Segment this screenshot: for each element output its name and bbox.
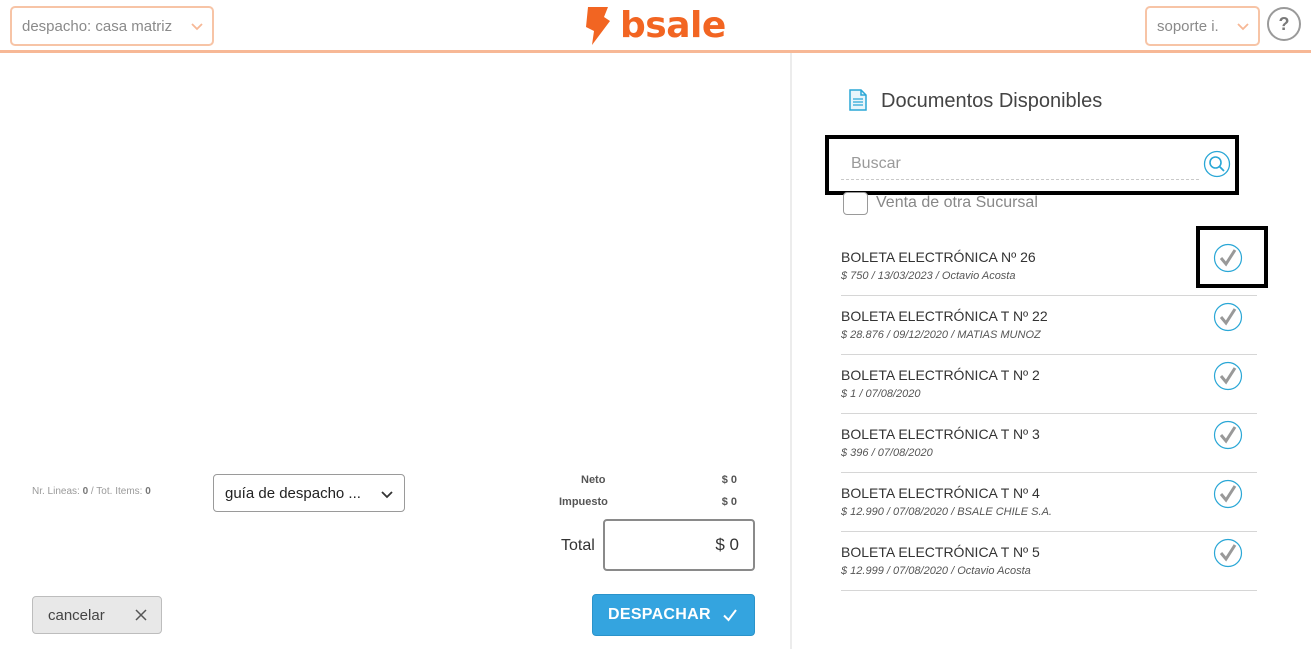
- chevron-down-icon: [381, 491, 393, 499]
- list-item: BOLETA ELECTRÓNICA T Nº 5 $ 12.999 / 07/…: [841, 532, 1257, 591]
- lines-label: Nr. Lineas:: [32, 486, 83, 497]
- help-icon: ?: [1278, 13, 1290, 34]
- bsale-logo: bsale: [584, 4, 726, 48]
- branch-select[interactable]: despacho: casa matriz: [10, 6, 214, 46]
- document-detail: $ 12.999 / 07/08/2020 / Octavio Acosta: [841, 565, 1031, 577]
- document-title: BOLETA ELECTRÓNICA Nº 26: [841, 249, 1036, 265]
- list-item: BOLETA ELECTRÓNICA T Nº 22 $ 28.876 / 09…: [841, 296, 1257, 355]
- items-label: / Tot. Items:: [88, 486, 146, 497]
- select-check-icon[interactable]: [1213, 361, 1243, 391]
- impuesto-value: $ 0: [721, 496, 737, 508]
- select-check-icon[interactable]: [1213, 420, 1243, 450]
- neto-label: Neto: [581, 474, 606, 486]
- items-count: 0: [145, 486, 151, 497]
- other-branch-checkbox[interactable]: [843, 192, 868, 215]
- document-detail: $ 12.990 / 07/08/2020 / BSALE CHILE S.A.: [841, 506, 1052, 518]
- document-title: BOLETA ELECTRÓNICA T Nº 4: [841, 485, 1040, 501]
- user-select[interactable]: soporte i.: [1145, 6, 1260, 46]
- select-check-icon[interactable]: [1213, 479, 1243, 509]
- check-highlight-frame: [1196, 226, 1268, 288]
- select-check-icon[interactable]: [1213, 302, 1243, 332]
- document-title: BOLETA ELECTRÓNICA T Nº 2: [841, 367, 1040, 383]
- document-detail: $ 750 / 13/03/2023 / Octavio Acosta: [841, 270, 1016, 282]
- document-title: BOLETA ELECTRÓNICA T Nº 5: [841, 544, 1040, 560]
- other-branch-label: Venta de otra Sucursal: [876, 194, 1038, 211]
- list-item: BOLETA ELECTRÓNICA Nº 26 $ 750 / 13/03/2…: [841, 237, 1257, 296]
- cancel-button[interactable]: cancelar: [32, 596, 162, 634]
- select-check-icon[interactable]: [1213, 538, 1243, 568]
- impuesto-label: Impuesto: [559, 496, 608, 508]
- total-label: Total: [561, 537, 595, 554]
- document-icon: [849, 89, 867, 111]
- document-title: BOLETA ELECTRÓNICA T Nº 3: [841, 426, 1040, 442]
- panel-title: Documentos Disponibles: [881, 90, 1103, 112]
- document-type-select[interactable]: guía de despacho ...: [213, 474, 405, 512]
- dispatch-label: DESPACHAR: [608, 606, 711, 623]
- help-button[interactable]: ?: [1267, 7, 1301, 41]
- line-item-counts: Nr. Lineas: 0 / Tot. Items: 0: [32, 486, 151, 497]
- list-item: BOLETA ELECTRÓNICA T Nº 2 $ 1 / 07/08/20…: [841, 355, 1257, 414]
- bsale-logo-icon: [586, 7, 610, 45]
- cancel-label: cancelar: [48, 606, 105, 624]
- document-detail: $ 1 / 07/08/2020: [841, 388, 921, 400]
- check-icon: [723, 609, 737, 622]
- document-detail: $ 396 / 07/08/2020: [841, 447, 933, 459]
- total-value: $ 0: [715, 535, 739, 554]
- logo-text: bsale: [620, 5, 726, 46]
- chevron-down-icon: [191, 23, 203, 31]
- dispatch-button[interactable]: DESPACHAR: [592, 594, 755, 636]
- list-item: BOLETA ELECTRÓNICA T Nº 4 $ 12.990 / 07/…: [841, 473, 1257, 532]
- total-field: $ 0: [603, 519, 755, 571]
- search-icon[interactable]: [1203, 150, 1231, 178]
- close-icon: [135, 609, 147, 621]
- search-input[interactable]: [841, 148, 1199, 180]
- list-item: BOLETA ELECTRÓNICA T Nº 3 $ 396 / 07/08/…: [841, 414, 1257, 473]
- user-select-value: soporte i.: [1157, 17, 1219, 35]
- branch-select-value: despacho: casa matriz: [22, 17, 173, 35]
- document-title: BOLETA ELECTRÓNICA T Nº 22: [841, 308, 1048, 324]
- document-list: BOLETA ELECTRÓNICA Nº 26 $ 750 / 13/03/2…: [841, 237, 1257, 591]
- top-header: despacho: casa matriz bsale soporte i. ?: [0, 0, 1311, 53]
- chevron-down-icon: [1237, 23, 1249, 31]
- neto-value: $ 0: [721, 474, 737, 486]
- document-detail: $ 28.876 / 09/12/2020 / MATIAS MUNOZ: [841, 329, 1041, 341]
- panel-divider: [790, 53, 792, 649]
- document-type-value: guía de despacho ...: [225, 484, 361, 502]
